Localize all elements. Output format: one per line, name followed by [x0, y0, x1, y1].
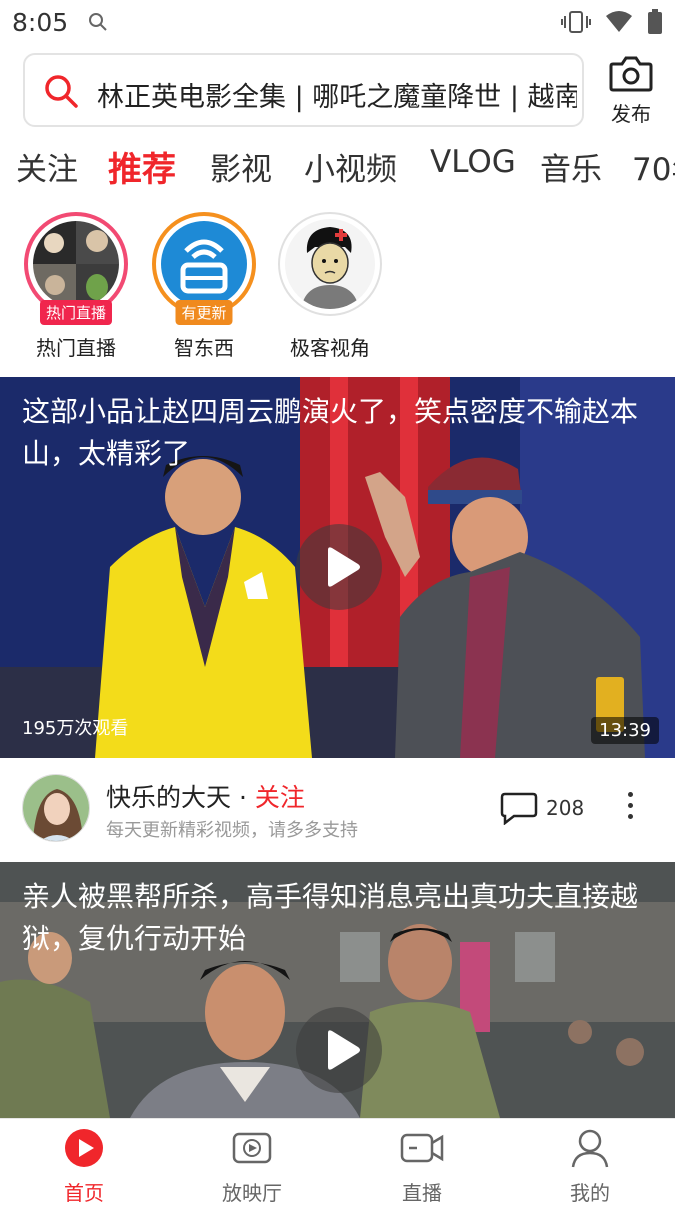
- tab-recommend[interactable]: 推荐: [108, 142, 176, 191]
- bottom-nav: 首页 放映厅 直播 我的: [0, 1118, 675, 1205]
- story-label: 热门直播: [36, 336, 116, 360]
- more-options-icon[interactable]: [620, 792, 640, 826]
- follow-button[interactable]: 关注: [255, 783, 305, 812]
- author-description: 每天更新精彩视频，请多多支持: [106, 820, 358, 841]
- story-hot-live[interactable]: 热门直播 热门直播: [16, 212, 136, 361]
- video-title[interactable]: 这部小品让赵四周云鹏演火了，笑点密度不输赵本山，太精彩了: [22, 391, 657, 475]
- tab-vlog[interactable]: VLOG: [430, 144, 516, 180]
- status-time: 8:05: [12, 8, 69, 37]
- story-avatar-geek: [285, 219, 375, 309]
- screening-icon: [232, 1132, 272, 1164]
- story-badge-update: 有更新: [175, 300, 233, 325]
- story-zhidongxi[interactable]: 有更新 智东西: [144, 212, 264, 361]
- vibrate-icon: [561, 10, 591, 38]
- play-button[interactable]: [296, 524, 382, 610]
- name-separator: ·: [238, 783, 247, 812]
- nav-label: 直播: [402, 1181, 442, 1205]
- publish-button[interactable]: 发布: [602, 54, 660, 127]
- search-box[interactable]: 林正英电影全集 | 哪吒之魔童降世 | 越南: [23, 53, 584, 127]
- story-ring: [278, 212, 382, 316]
- story-avatar-zhidongxi: [161, 221, 247, 307]
- comment-button[interactable]: 208: [500, 791, 584, 825]
- nav-screening[interactable]: 放映厅: [192, 1127, 312, 1206]
- live-camera-icon: [400, 1133, 444, 1163]
- nav-label: 首页: [64, 1181, 104, 1205]
- author-row: 快乐的大天 · 关注 每天更新精彩视频，请多多支持 208: [0, 758, 675, 862]
- play-icon: [328, 1030, 360, 1070]
- category-tabs: 关注 推荐 影视 小视频 VLOG 音乐 70年: [0, 140, 675, 192]
- status-search-icon: [88, 12, 108, 36]
- camera-icon: [609, 56, 653, 96]
- author-name[interactable]: 快乐的大天: [106, 783, 231, 812]
- story-geek-view[interactable]: 极客视角: [270, 212, 390, 361]
- author-avatar[interactable]: [22, 774, 90, 842]
- search-icon: [43, 73, 79, 113]
- story-avatar-collage: [33, 221, 119, 307]
- view-count: 195万次观看: [22, 718, 129, 739]
- story-row: 热门直播 热门直播 有更新 智东西 极客视角: [0, 212, 675, 367]
- nav-home[interactable]: 首页: [24, 1127, 144, 1206]
- tab-follow[interactable]: 关注: [16, 144, 78, 189]
- home-play-icon: [65, 1129, 103, 1167]
- nav-live[interactable]: 直播: [362, 1127, 482, 1206]
- nav-label: 放映厅: [222, 1181, 282, 1205]
- tab-film-tv[interactable]: 影视: [210, 144, 272, 189]
- video-card[interactable]: 亲人被黑帮所杀，高手得知消息亮出真功夫直接越狱，复仇行动开始: [0, 862, 675, 1118]
- author-name-line: 快乐的大天 · 关注: [106, 778, 305, 814]
- video-title[interactable]: 亲人被黑帮所杀，高手得知消息亮出真功夫直接越狱，复仇行动开始: [22, 876, 657, 960]
- story-label: 极客视角: [290, 336, 370, 360]
- nav-profile[interactable]: 我的: [530, 1127, 650, 1206]
- tab-music[interactable]: 音乐: [540, 144, 602, 189]
- story-badge-live: 热门直播: [39, 300, 113, 325]
- story-ring: 有更新: [152, 212, 256, 325]
- video-duration: 13:39: [591, 717, 659, 744]
- video-card[interactable]: 这部小品让赵四周云鹏演火了，笑点密度不输赵本山，太精彩了 195万次观看 13:…: [0, 377, 675, 758]
- tab-70-years[interactable]: 70年: [632, 144, 675, 189]
- story-ring: 热门直播: [24, 212, 128, 325]
- comment-icon: [500, 792, 538, 825]
- search-input[interactable]: 林正英电影全集 | 哪吒之魔童降世 | 越南: [97, 75, 577, 114]
- wifi-icon: [605, 10, 633, 38]
- play-button[interactable]: [296, 1007, 382, 1093]
- play-icon: [328, 547, 360, 587]
- story-label: 智东西: [174, 336, 234, 360]
- battery-icon: [647, 9, 663, 39]
- tab-short-video[interactable]: 小视频: [304, 144, 397, 189]
- profile-icon: [571, 1129, 609, 1168]
- status-bar: 8:05: [0, 0, 675, 46]
- publish-label: 发布: [611, 102, 651, 126]
- comment-count: 208: [546, 796, 585, 820]
- nav-label: 我的: [570, 1181, 610, 1205]
